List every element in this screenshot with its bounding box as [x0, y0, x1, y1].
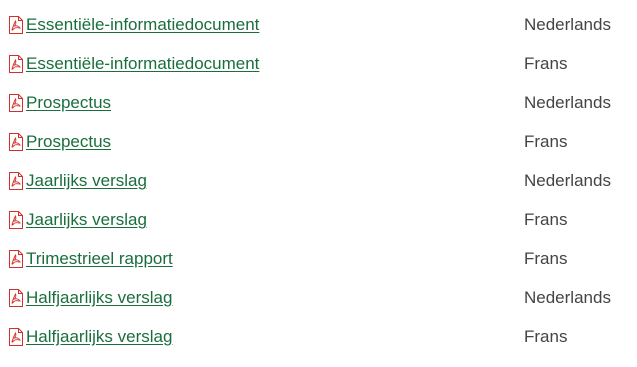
- document-link[interactable]: Jaarlijks verslag: [26, 170, 147, 192]
- document-language: Frans: [524, 54, 568, 73]
- document-link[interactable]: Jaarlijks verslag: [26, 209, 147, 231]
- pdf-file-icon[interactable]: [8, 250, 24, 268]
- document-link[interactable]: Essentiële-informatiedocument: [26, 53, 259, 75]
- document-row: Trimestrieel rapport Frans: [0, 240, 637, 276]
- document-language: Frans: [524, 210, 568, 229]
- document-row: Halfjaarlijks verslag Nederlands: [0, 279, 637, 315]
- document-link[interactable]: Halfjaarlijks verslag: [26, 287, 172, 309]
- document-language: Frans: [524, 132, 568, 151]
- document-row: Essentiële-informatiedocument Nederlands: [0, 6, 637, 42]
- document-row: Prospectus Nederlands: [0, 84, 637, 120]
- pdf-file-icon[interactable]: [8, 211, 24, 229]
- document-language: Nederlands: [524, 93, 611, 112]
- document-list: Essentiële-informatiedocument Nederlands…: [0, 0, 637, 367]
- document-language: Frans: [524, 249, 568, 268]
- pdf-file-icon[interactable]: [8, 133, 24, 151]
- pdf-file-icon[interactable]: [8, 16, 24, 34]
- document-language: Nederlands: [524, 171, 611, 190]
- document-link[interactable]: Essentiële-informatiedocument: [26, 14, 259, 36]
- pdf-file-icon[interactable]: [8, 55, 24, 73]
- document-row: Essentiële-informatiedocument Frans: [0, 45, 637, 81]
- pdf-file-icon[interactable]: [8, 289, 24, 307]
- document-link[interactable]: Prospectus: [26, 92, 111, 114]
- document-language: Nederlands: [524, 288, 611, 307]
- document-language: Frans: [524, 327, 568, 346]
- document-language: Nederlands: [524, 15, 611, 34]
- document-link[interactable]: Halfjaarlijks verslag: [26, 326, 172, 348]
- document-link[interactable]: Trimestrieel rapport: [26, 248, 173, 270]
- pdf-file-icon[interactable]: [8, 328, 24, 346]
- pdf-file-icon[interactable]: [8, 94, 24, 112]
- document-row: Jaarlijks verslag Frans: [0, 201, 637, 237]
- document-row: Jaarlijks verslag Nederlands: [0, 162, 637, 198]
- document-link[interactable]: Prospectus: [26, 131, 111, 153]
- document-row: Prospectus Frans: [0, 123, 637, 159]
- pdf-file-icon[interactable]: [8, 172, 24, 190]
- document-row: Halfjaarlijks verslag Frans: [0, 318, 637, 354]
